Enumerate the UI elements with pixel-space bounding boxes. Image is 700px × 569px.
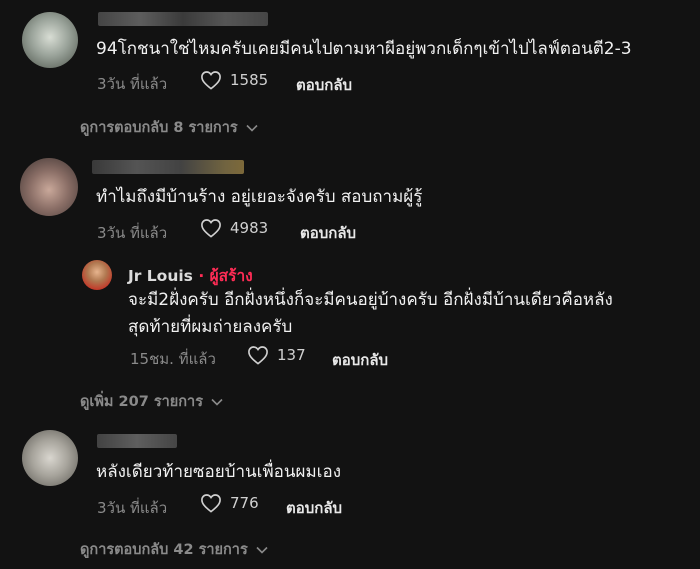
reply-reply-button[interactable]: ตอบกลับ [332, 348, 388, 372]
creator-name-line: Jr Louis · ผู้สร้าง [128, 263, 253, 288]
view-replies-label: ดูการตอบกลับ 42 รายการ [80, 542, 248, 558]
comment-time: 3วัน ที่แล้ว [97, 499, 168, 517]
view-more-button[interactable]: ดูเพิ่ม 207 รายการ [80, 390, 223, 413]
reply-button[interactable]: ตอบกลับ [286, 496, 342, 520]
comment-text: 94โกชนาใช่ไหมครับเคยมีคนไปตามหาผีอยู่พวก… [96, 39, 632, 59]
creator-username[interactable]: Jr Louis [128, 267, 193, 285]
reply-button[interactable]: ตอบกลับ [300, 221, 356, 245]
reply-like-count: 137 [277, 346, 306, 364]
reply-time: 15ชม. ที่แล้ว [130, 350, 216, 368]
like-count: 1585 [230, 71, 269, 89]
avatar[interactable] [22, 12, 78, 68]
like-button[interactable]: 776 [200, 493, 259, 513]
reply-text-line-1: จะมี2ฝั่งครับ อีกฝั่งหนึ่งก็จะมีคนอยู่บ้… [128, 290, 613, 310]
like-count: 776 [230, 494, 259, 512]
heart-outline-icon [201, 494, 221, 513]
username-pixelated[interactable] [92, 160, 244, 174]
chevron-down-icon [246, 124, 258, 132]
reply-text-line-2: สุดท้ายที่ผมถ่ายลงครับ [128, 317, 293, 337]
view-more-label: ดูเพิ่ม 207 รายการ [80, 394, 203, 410]
avatar[interactable] [22, 430, 78, 486]
creator-badge: · ผู้สร้าง [198, 267, 253, 285]
chevron-down-icon [256, 546, 268, 554]
view-replies-button[interactable]: ดูการตอบกลับ 42 รายการ [80, 538, 268, 561]
username-pixelated[interactable] [97, 434, 177, 448]
comment-time: 3วัน ที่แล้ว [97, 75, 168, 93]
comment-text: ทำไมถึงมีบ้านร้าง อยู่เยอะจังครับ สอบถาม… [96, 187, 423, 207]
comment-text: หลังเดียวท้ายซอยบ้านเพื่อนผมเอง [96, 462, 341, 482]
reply-button[interactable]: ตอบกลับ [296, 73, 352, 97]
heart-outline-icon [201, 71, 221, 90]
view-replies-button[interactable]: ดูการตอบกลับ 8 รายการ [80, 116, 258, 139]
chevron-down-icon [211, 398, 223, 406]
view-replies-label: ดูการตอบกลับ 8 รายการ [80, 120, 238, 136]
reply-like-button[interactable]: 137 [247, 345, 306, 365]
comment-time: 3วัน ที่แล้ว [97, 224, 168, 242]
heart-outline-icon [201, 219, 221, 238]
like-count: 4983 [230, 219, 269, 237]
avatar[interactable] [20, 158, 78, 216]
heart-outline-icon [248, 346, 268, 365]
like-button[interactable]: 1585 [200, 70, 268, 90]
like-button[interactable]: 4983 [200, 218, 268, 238]
creator-avatar[interactable] [82, 260, 112, 290]
username-pixelated[interactable] [98, 12, 268, 26]
